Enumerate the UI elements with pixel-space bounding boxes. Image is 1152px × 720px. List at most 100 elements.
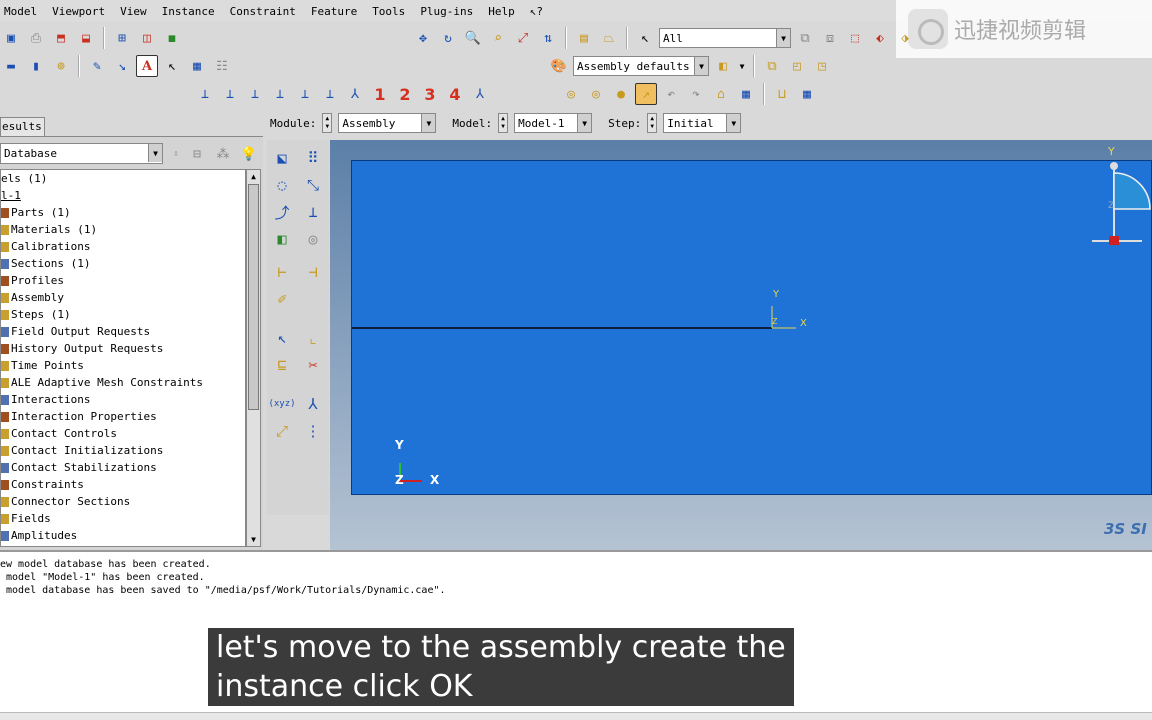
tree-item[interactable]: Fields: [1, 510, 245, 527]
tree-item[interactable]: Materials (1): [1, 221, 245, 238]
menu-item-4[interactable]: Constraint: [230, 5, 296, 18]
constraint-face-to-face-icon[interactable]: ⌞: [300, 326, 326, 350]
selection-options-icon[interactable]: ⧉: [794, 27, 816, 49]
list-manager-icon[interactable]: ▦: [735, 83, 757, 105]
menu-item-2[interactable]: View: [120, 5, 147, 18]
view-4-button[interactable]: 4: [444, 83, 466, 105]
shaded-sphere-icon[interactable]: ●: [610, 83, 632, 105]
translate-instance-icon[interactable]: ⤡: [300, 173, 326, 197]
spinner-icon[interactable]: ⇳: [170, 143, 182, 165]
top-view-icon[interactable]: ⊥: [294, 83, 316, 105]
constraint-edge-icon[interactable]: ⊑: [269, 353, 295, 377]
create-csys-icon[interactable]: ⅄: [300, 392, 326, 416]
tree-item[interactable]: Amplitudes: [1, 527, 245, 544]
custom-view-icon[interactable]: ⅄: [469, 83, 491, 105]
tree-item[interactable]: Calibrations: [1, 238, 245, 255]
right-view-icon[interactable]: ⊥: [269, 83, 291, 105]
tree-item[interactable]: Constraints: [1, 476, 245, 493]
palette-icon[interactable]: 🎨: [548, 55, 570, 77]
selection-mode-icon[interactable]: ⧈: [819, 27, 841, 49]
front-view-icon[interactable]: ⊥: [194, 83, 216, 105]
step-manager-icon[interactable]: ⊔: [771, 83, 793, 105]
menu-item-3[interactable]: Instance: [162, 5, 215, 18]
add-icon[interactable]: ◰: [786, 55, 808, 77]
database-select[interactable]: Database ▼: [0, 143, 163, 164]
tab-results[interactable]: esults: [0, 117, 45, 136]
tree-item[interactable]: Interactions: [1, 391, 245, 408]
command-line[interactable]: [0, 712, 1152, 720]
linear-pattern-icon[interactable]: ⠿: [300, 146, 326, 170]
tree-item[interactable]: Interaction Properties: [1, 408, 245, 425]
menu-item-8[interactable]: Help: [488, 5, 515, 18]
partial-select-icon[interactable]: ⬖: [869, 27, 891, 49]
rotate-instance-icon[interactable]: ⤴: [269, 200, 295, 224]
shaded-cube-icon[interactable]: ◼: [161, 27, 183, 49]
view-2-button[interactable]: 2: [394, 83, 416, 105]
select-arrow-icon[interactable]: ↖: [634, 27, 656, 49]
boolean-icon[interactable]: ◎: [300, 227, 326, 251]
tree-item[interactable]: History Output Requests: [1, 340, 245, 357]
menu-item-1[interactable]: Viewport: [52, 5, 105, 18]
tree-item[interactable]: Contact Controls: [1, 425, 245, 442]
step-spinner-icon[interactable]: ▲ ▼: [647, 113, 658, 133]
view-1-button[interactable]: 1: [369, 83, 391, 105]
split-vertical-icon[interactable]: ▮: [25, 55, 47, 77]
link-viewports-icon[interactable]: ⊚: [50, 55, 72, 77]
box-zoom-icon[interactable]: ⌕: [487, 27, 509, 49]
tree-item[interactable]: Contact Initializations: [1, 442, 245, 459]
tree-item[interactable]: Parts (1): [1, 204, 245, 221]
zoom-icon[interactable]: 🔍: [462, 27, 484, 49]
tree-item[interactable]: Field Output Requests: [1, 323, 245, 340]
selection-filter-select[interactable]: All ▼: [659, 28, 791, 48]
pointer-icon[interactable]: ↖: [161, 55, 183, 77]
undo-icon[interactable]: ↗: [635, 83, 657, 105]
constraint-parallel-face-icon[interactable]: ↖: [269, 326, 295, 350]
manager-icon[interactable]: ⌂: [710, 83, 732, 105]
split-horizontal-icon[interactable]: ▬: [0, 55, 22, 77]
cycle-icon[interactable]: ⇅: [537, 27, 559, 49]
filter-icon[interactable]: ⊟: [186, 143, 208, 165]
legend-icon[interactable]: ☷: [211, 55, 233, 77]
view-3-button[interactable]: 3: [419, 83, 441, 105]
perspective-icon[interactable]: ⏢: [598, 27, 620, 49]
menu-item-0[interactable]: Model: [4, 5, 37, 18]
instance-cube-icon[interactable]: ◧: [712, 55, 734, 77]
model-spinner-icon[interactable]: ▲ ▼: [498, 113, 509, 133]
back-view-icon[interactable]: ⊥: [219, 83, 241, 105]
tree-item[interactable]: els (1): [1, 170, 245, 187]
tree-item[interactable]: Steps (1): [1, 306, 245, 323]
table-icon[interactable]: ▦: [186, 55, 208, 77]
tree-item[interactable]: Assembly: [1, 289, 245, 306]
open-icon[interactable]: ⬓: [75, 27, 97, 49]
replace-icon[interactable]: ⧉: [761, 55, 783, 77]
wireframe-cube-icon[interactable]: ◫: [136, 27, 158, 49]
scroll-up-icon[interactable]: ▲: [247, 170, 260, 183]
print-icon[interactable]: ⎙: [25, 27, 47, 49]
menu-item-7[interactable]: Plug-ins: [420, 5, 473, 18]
hidden-line-icon[interactable]: ◎: [585, 83, 607, 105]
datum-icon[interactable]: ⊢: [269, 260, 295, 284]
tree-item[interactable]: Connector Sections: [1, 493, 245, 510]
query-icon[interactable]: ⬗: [894, 27, 916, 49]
translate-to-icon[interactable]: ⊥: [300, 200, 326, 224]
partition-icon[interactable]: ✐: [269, 287, 295, 311]
left-view-icon[interactable]: ⊥: [244, 83, 266, 105]
datum-csys-icon[interactable]: ⊣: [300, 260, 326, 284]
merge-cut-icon[interactable]: ◧: [269, 227, 295, 251]
history-manager-icon[interactable]: ▦: [796, 83, 818, 105]
pan-icon[interactable]: ✥: [412, 27, 434, 49]
scroll-thumb[interactable]: [248, 184, 259, 410]
model-select[interactable]: Model-1 ▼: [514, 113, 593, 133]
rotate-icon[interactable]: ↻: [437, 27, 459, 49]
parallel-icon[interactable]: ▤: [573, 27, 595, 49]
step-select[interactable]: Initial ▼: [663, 113, 742, 133]
display-group-select[interactable]: Assembly defaults ▼: [573, 56, 709, 76]
pencil-icon[interactable]: ✎: [86, 55, 108, 77]
line-arrow-icon[interactable]: ↘: [111, 55, 133, 77]
auto-fit-icon[interactable]: ⤢: [512, 27, 534, 49]
tree-item[interactable]: Profiles: [1, 272, 245, 289]
menu-item-9[interactable]: ↖?: [530, 5, 543, 18]
create-instance-icon[interactable]: ⬕: [269, 146, 295, 170]
menu-item-5[interactable]: Feature: [311, 5, 357, 18]
constraint-coaxial-icon[interactable]: ✂: [300, 353, 326, 377]
